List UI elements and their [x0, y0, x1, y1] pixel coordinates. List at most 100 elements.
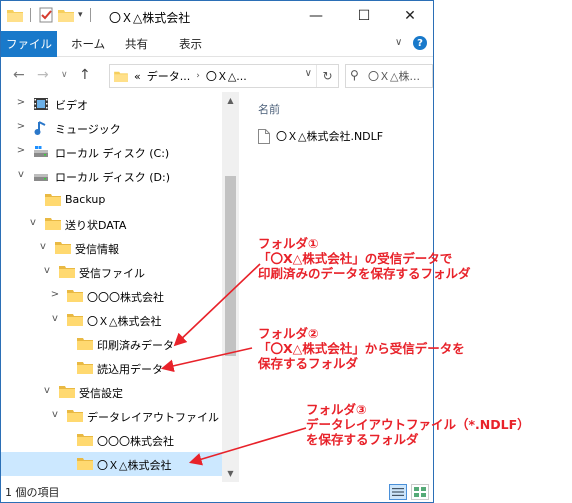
tree-item-okurijo-data[interactable]: v 送り状DATA	[1, 212, 222, 236]
folder-icon	[7, 10, 23, 22]
search-icon: ⚲	[350, 68, 359, 82]
folder-icon	[55, 242, 71, 254]
status-bar: 1 個の項目	[1, 482, 433, 502]
toolbar-separator	[89, 8, 91, 22]
tree-label: 〇Ｘ△株式会社	[87, 315, 162, 328]
expand-icon[interactable]: >	[49, 289, 61, 300]
tree-item-drive-d[interactable]: v ローカル ディスク (D:)	[1, 164, 222, 188]
tree-label: ビデオ	[55, 99, 88, 112]
properties-icon[interactable]	[38, 7, 54, 23]
folder-icon	[45, 194, 61, 206]
tree-item-company-oxd[interactable]: v 〇Ｘ△株式会社	[1, 308, 222, 332]
address-row: ← → ∨ ↑ « データ... › 〇Ｘ△... ∨ ↻ ⚲ 〇Ｘ△株...	[1, 58, 433, 92]
annotation-line: 「〇X△株式会社」の受信データで	[258, 251, 453, 266]
tree-item-company-ooo[interactable]: > 〇〇〇株式会社	[1, 284, 222, 308]
search-input[interactable]: ⚲ 〇Ｘ△株...	[345, 64, 433, 88]
tree-item-jushin-joho[interactable]: v 受信情報	[1, 236, 222, 260]
tree-item-layout-company-oxd[interactable]: 〇Ｘ△株式会社	[1, 452, 222, 476]
collapse-icon[interactable]: v	[49, 313, 61, 324]
tree-item-jushin-settei[interactable]: v 受信設定	[1, 380, 222, 404]
column-header-name[interactable]: 名前	[258, 101, 280, 117]
folder-icon	[67, 290, 83, 302]
tree-label: データレイアウトファイル	[87, 411, 219, 424]
annotation-line: 「〇X△株式会社」から受信データを	[258, 341, 465, 356]
details-view-icon[interactable]	[389, 484, 407, 500]
tree-item-backup[interactable]: Backup	[1, 188, 222, 212]
tree-label: 受信ファイル	[79, 267, 145, 280]
video-icon	[34, 98, 48, 110]
recent-locations-icon[interactable]: ∨	[61, 70, 68, 80]
scroll-up-icon[interactable]: ▲	[222, 92, 239, 109]
minimize-button[interactable]: —	[293, 1, 339, 31]
forward-arrow-icon[interactable]: →	[37, 67, 49, 83]
tree-label: 印刷済みデータ	[97, 339, 174, 352]
file-icon	[258, 128, 270, 144]
tree-label: 〇〇〇株式会社	[87, 291, 164, 304]
customize-toolbar-icon[interactable]: ▾	[78, 10, 83, 20]
tree-item-videos[interactable]: > ビデオ	[1, 92, 222, 116]
collapse-icon[interactable]: v	[41, 385, 53, 396]
expand-icon[interactable]: >	[15, 145, 27, 156]
tree-label: 受信情報	[75, 243, 119, 256]
help-icon[interactable]: ?	[413, 36, 427, 50]
tree-label: 送り状DATA	[65, 219, 127, 232]
expand-ribbon-icon[interactable]: ∨	[395, 37, 402, 48]
address-bar[interactable]: « データ... › 〇Ｘ△... ∨ ↻	[109, 64, 339, 88]
collapse-icon[interactable]: v	[41, 265, 53, 276]
expand-icon[interactable]: >	[15, 121, 27, 132]
annotation-line: データレイアウトファイル（*.NDLF）	[306, 417, 530, 432]
tree-item-jushin-file[interactable]: v 受信ファイル	[1, 260, 222, 284]
breadcrumb-current[interactable]: 〇Ｘ△...	[206, 68, 247, 84]
drive-icon	[34, 174, 48, 181]
refresh-icon[interactable]: ↻	[316, 65, 338, 87]
maximize-button[interactable]: ☐	[341, 1, 387, 31]
file-item[interactable]: 〇Ｘ△株式会社.NDLF	[258, 128, 383, 144]
tab-view[interactable]: 表示	[179, 31, 202, 57]
folder-icon	[59, 266, 75, 278]
new-folder-icon[interactable]	[58, 8, 74, 22]
close-button[interactable]: ✕	[387, 1, 433, 31]
large-icons-view-icon[interactable]	[411, 484, 429, 500]
item-count: 1 個の項目	[5, 486, 60, 499]
tab-share[interactable]: 共有	[125, 31, 148, 57]
scroll-down-icon[interactable]: ▼	[222, 465, 239, 482]
back-arrow-icon[interactable]: ←	[13, 67, 25, 83]
folder-icon	[67, 314, 83, 326]
navigation-scrollbar[interactable]: ▲ ▼	[222, 92, 239, 482]
annotation-line: 保存するフォルダ	[258, 356, 359, 371]
tree-item-printed-data[interactable]: 印刷済みデータ	[1, 332, 222, 356]
scrollbar-thumb[interactable]	[225, 176, 236, 356]
tree-item-data-layout-file[interactable]: v データレイアウトファイル	[1, 404, 222, 428]
collapse-icon[interactable]: v	[49, 409, 61, 420]
annotation-title: フォルダ②	[258, 326, 319, 341]
tree-item-layout-company-ooo[interactable]: 〇〇〇株式会社	[1, 428, 222, 452]
annotation-line: 印刷済みのデータを保存するフォルダ	[258, 266, 471, 281]
address-dropdown-icon[interactable]: ∨	[305, 68, 312, 79]
window-title: 〇Ｘ△株式会社	[109, 11, 191, 25]
tree-label: Backup	[65, 193, 106, 206]
up-arrow-icon[interactable]: ↑	[79, 67, 91, 83]
tab-home[interactable]: ホーム	[71, 31, 105, 57]
folder-icon	[67, 410, 83, 422]
address-overflow[interactable]: «	[134, 70, 141, 83]
collapse-icon[interactable]: v	[27, 217, 39, 228]
breadcrumb-data[interactable]: データ...	[147, 68, 191, 84]
music-icon	[34, 121, 46, 135]
toolbar-separator	[30, 8, 31, 22]
tab-file[interactable]: ファイル	[1, 31, 57, 57]
tree-label: 〇〇〇株式会社	[97, 435, 174, 448]
ribbon-tabs: ファイル ホーム 共有 表示 ∨ ?	[1, 31, 433, 57]
annotation-folder-3: フォルダ③ データレイアウトファイル（*.NDLF） を保存するフォルダ	[306, 402, 530, 447]
tree-item-import-data[interactable]: 読込用データ	[1, 356, 222, 380]
expand-icon[interactable]: >	[15, 97, 27, 108]
quick-access-toolbar: ▾	[7, 7, 94, 23]
tree-item-music[interactable]: > ミュージック	[1, 116, 222, 140]
tree-label: ミュージック	[55, 123, 121, 136]
collapse-icon[interactable]: v	[15, 169, 27, 180]
collapse-icon[interactable]: v	[37, 241, 49, 252]
breadcrumb-chevron-icon[interactable]: ›	[196, 71, 200, 81]
tree-item-drive-c[interactable]: > ローカル ディスク (C:)	[1, 140, 222, 164]
folder-icon	[59, 386, 75, 398]
annotation-folder-1: フォルダ① 「〇X△株式会社」の受信データで 印刷済みのデータを保存するフォルダ	[258, 236, 471, 281]
annotation-title: フォルダ③	[306, 402, 367, 417]
